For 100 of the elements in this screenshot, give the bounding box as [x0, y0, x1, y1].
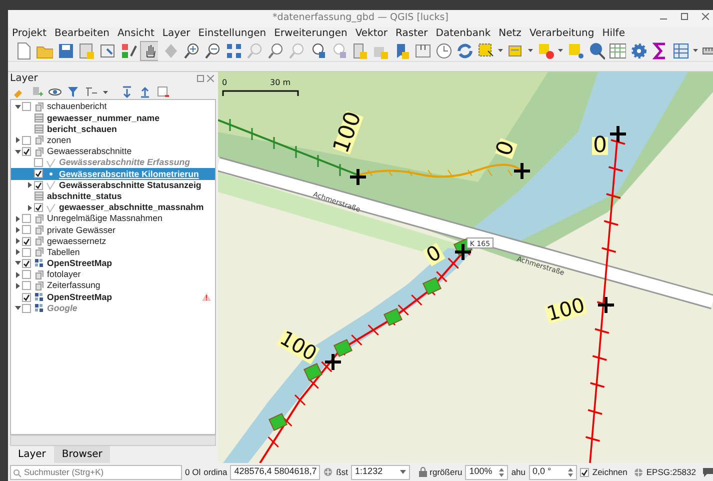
- expanded-arrow-icon[interactable]: [14, 104, 20, 110]
- layer-tree-item[interactable]: Gewässerabschnitte Statusanzeig: [11, 180, 215, 191]
- checkbox[interactable]: [34, 203, 43, 212]
- checkbox[interactable]: [22, 248, 31, 257]
- checkbox[interactable]: [22, 102, 31, 112]
- zoom-in-icon[interactable]: [182, 41, 200, 62]
- layer-tree-item[interactable]: OpenStreetMap: [11, 258, 215, 270]
- messages-icon[interactable]: [702, 468, 713, 477]
- checkbox[interactable]: [22, 281, 31, 290]
- checkbox[interactable]: [22, 147, 31, 156]
- close-icon[interactable]: [702, 13, 709, 20]
- panel-tab[interactable]: Browser: [54, 446, 110, 464]
- menu-item[interactable]: Verarbeitung: [529, 26, 594, 42]
- filter-icon[interactable]: [66, 85, 80, 100]
- menu-item[interactable]: Einstellungen: [198, 26, 266, 42]
- expanded-arrow-icon[interactable]: [14, 260, 20, 266]
- menu-item[interactable]: Ansicht: [117, 26, 154, 42]
- gear-icon[interactable]: [629, 41, 647, 62]
- save-as-icon[interactable]: [77, 41, 95, 62]
- expand-all-icon[interactable]: [120, 85, 134, 100]
- menu-item[interactable]: Erweiterungen: [274, 26, 348, 42]
- layer-tree-item[interactable]: abschnitte_status: [11, 190, 215, 202]
- zoom-out-icon[interactable]: [203, 41, 221, 62]
- checkbox[interactable]: [34, 158, 43, 168]
- horizontal-scrollbar[interactable]: [10, 435, 216, 446]
- menu-item[interactable]: Raster: [396, 26, 428, 42]
- menu-item[interactable]: Projekt: [12, 26, 47, 42]
- globe-icon[interactable]: [634, 468, 644, 477]
- checkbox[interactable]: [22, 270, 31, 280]
- collapsed-arrow-icon[interactable]: [14, 216, 20, 222]
- layer-tree-item[interactable]: zonen: [11, 134, 215, 146]
- layer-tree-item[interactable]: bericht_schauen: [11, 124, 215, 135]
- checkbox[interactable]: [22, 236, 31, 246]
- layer-tree-item[interactable]: gewaesser_nummer_name: [11, 112, 215, 124]
- layer-tree-item[interactable]: gewaesser_abschnitte_massnahm: [11, 202, 215, 214]
- section-marker: [422, 277, 442, 296]
- station-cross-icon: [512, 162, 532, 181]
- menu-item[interactable]: Bearbeiten: [54, 26, 110, 42]
- magnifier-spinbox[interactable]: 100%: [465, 464, 508, 480]
- scale-combobox[interactable]: 1:1232: [351, 464, 410, 480]
- layer-tree-item[interactable]: Tabellen: [11, 246, 215, 258]
- layer-tree-item[interactable]: Gewässerabschnitte Erfassung: [11, 157, 215, 168]
- menu-item[interactable]: Netz: [498, 26, 522, 42]
- spin-arrows-icon[interactable]: [568, 468, 574, 477]
- layer-tree-item[interactable]: Gewaesserabschnitte: [11, 146, 215, 158]
- layer-tree-item[interactable]: fotolayer: [11, 269, 215, 280]
- checkbox[interactable]: [22, 225, 31, 234]
- menu-item[interactable]: Hilfe: [602, 26, 625, 42]
- layer-tree-item[interactable]: Google: [11, 302, 215, 314]
- checkbox[interactable]: [34, 180, 43, 190]
- layer-tree-item[interactable]: private Gewässer: [11, 224, 215, 236]
- collapse-all-icon[interactable]: [138, 85, 152, 100]
- spin-arrows-icon[interactable]: [499, 468, 504, 477]
- dropdown-caret-icon[interactable]: [400, 470, 406, 474]
- render-checkbox[interactable]: [580, 468, 590, 477]
- lock-icon[interactable]: [418, 467, 427, 478]
- checkbox[interactable]: [22, 136, 31, 145]
- menu-item[interactable]: Layer: [162, 26, 190, 42]
- collapsed-arrow-icon[interactable]: [14, 249, 20, 256]
- table-icon[interactable]: [671, 41, 689, 62]
- checkbox[interactable]: [22, 304, 31, 313]
- crs-button[interactable]: EPSG:25832: [646, 466, 696, 478]
- deselect-icon[interactable]: [536, 41, 554, 62]
- identify-icon[interactable]: [587, 41, 605, 62]
- close-icon[interactable]: [207, 75, 214, 82]
- collapsed-arrow-icon[interactable]: [14, 282, 20, 289]
- layer-tree-item[interactable]: Gewässerabscnitte Kilometrierun: [11, 168, 215, 180]
- maximize-icon[interactable]: [681, 13, 688, 20]
- collapsed-arrow-icon[interactable]: [14, 272, 20, 278]
- sigma-icon[interactable]: [650, 41, 668, 62]
- mouse-toggle-icon[interactable]: [323, 467, 334, 478]
- remove-layer-icon[interactable]: [156, 85, 170, 100]
- checkbox[interactable]: [34, 169, 43, 178]
- layer-tree-item[interactable]: OpenStreetMap: [11, 291, 215, 303]
- panel-title: Layer: [10, 72, 38, 86]
- collapsed-arrow-icon[interactable]: [26, 204, 32, 211]
- coordinate-field[interactable]: 428576,4 5804618,7: [230, 464, 320, 480]
- clock-icon[interactable]: [434, 41, 452, 62]
- layer-tree-item[interactable]: gewaessernetz: [11, 236, 215, 247]
- collapsed-arrow-icon[interactable]: [14, 137, 20, 144]
- pan-hand-icon[interactable]: [140, 41, 158, 62]
- expanded-arrow-icon[interactable]: [14, 305, 20, 312]
- collapsed-arrow-icon[interactable]: [14, 226, 20, 233]
- float-icon[interactable]: [196, 75, 204, 82]
- collapsed-arrow-icon[interactable]: [26, 182, 32, 188]
- expanded-arrow-icon[interactable]: [14, 148, 20, 155]
- rotation-spinbox[interactable]: 0,0 °: [528, 464, 578, 480]
- collapsed-arrow-icon[interactable]: [14, 238, 20, 244]
- menu-item[interactable]: Datenbank: [436, 26, 491, 42]
- checkbox[interactable]: [22, 258, 31, 268]
- checkbox[interactable]: [22, 214, 31, 224]
- layer-tree-item[interactable]: Zeiterfassung: [11, 280, 215, 292]
- layer-tree-item[interactable]: schauenbericht: [11, 101, 215, 112]
- menu-item[interactable]: Vektor: [355, 26, 388, 42]
- search-field[interactable]: Suchmuster (Strg+K): [10, 464, 182, 480]
- layer-tree-item[interactable]: Unregelmäßige Massnahmen: [11, 213, 215, 224]
- attribute-table-icon[interactable]: [608, 41, 626, 62]
- zoom-layer-icon[interactable]: [266, 41, 284, 62]
- checkbox[interactable]: [22, 292, 31, 302]
- select-location-icon[interactable]: [566, 41, 584, 62]
